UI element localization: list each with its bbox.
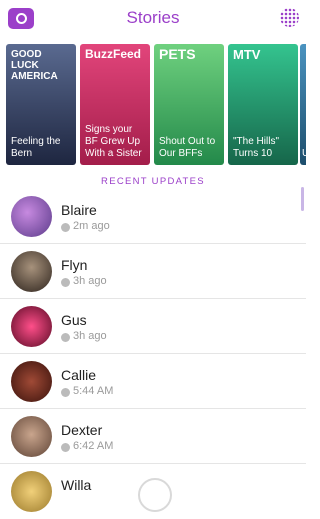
card-caption: U bbox=[302, 148, 306, 159]
card-caption: Signs your BF Grew Up With a Sister bbox=[85, 124, 142, 159]
update-time: 6:42 AM bbox=[73, 440, 114, 452]
discover-grid-icon[interactable] bbox=[280, 8, 299, 27]
list-item[interactable]: Gus 3h ago bbox=[0, 299, 306, 354]
update-time: 3h ago bbox=[73, 330, 107, 342]
story-avatar[interactable] bbox=[11, 416, 52, 457]
card-logo: MTV bbox=[233, 47, 261, 62]
clock-icon bbox=[61, 388, 70, 397]
card-caption: Feeling the Bern bbox=[11, 136, 61, 159]
story-avatar[interactable] bbox=[11, 306, 52, 347]
list-item[interactable]: Callie 5:44 AM bbox=[0, 354, 306, 409]
discover-card[interactable]: GOOD LUCK AMERICA Feeling the Bern bbox=[6, 44, 76, 165]
card-caption: Shout Out to Our BFFs bbox=[159, 136, 216, 159]
friend-name: Flyn bbox=[61, 257, 88, 273]
discover-card[interactable]: U bbox=[300, 44, 306, 165]
discover-card[interactable]: PETS Shout Out to Our BFFs bbox=[154, 44, 224, 165]
card-logo: PETS bbox=[159, 46, 196, 62]
clock-icon bbox=[61, 223, 70, 232]
clock-icon bbox=[61, 443, 70, 452]
friend-name: Callie bbox=[61, 367, 97, 383]
card-logo: BuzzFeed bbox=[85, 47, 142, 61]
friend-name: Dexter bbox=[61, 422, 103, 438]
card-caption: "The Hills" Turns 10 bbox=[233, 136, 279, 159]
recent-updates-header: RECENT UPDATES bbox=[101, 176, 205, 187]
friend-name: Blaire bbox=[61, 202, 97, 218]
story-avatar[interactable] bbox=[11, 361, 52, 402]
update-time: 5:44 AM bbox=[73, 385, 114, 397]
discover-card[interactable]: MTV "The Hills" Turns 10 bbox=[228, 44, 298, 165]
update-time: 2m ago bbox=[73, 220, 110, 232]
clock-icon bbox=[61, 278, 70, 287]
card-logo: GOOD LUCK AMERICA bbox=[11, 49, 58, 82]
story-avatar[interactable] bbox=[11, 251, 52, 292]
story-avatar[interactable] bbox=[11, 471, 52, 512]
discover-card[interactable]: BuzzFeed Signs your BF Grew Up With a Si… bbox=[80, 44, 150, 165]
friend-name: Gus bbox=[61, 312, 87, 328]
stories-header: Stories bbox=[0, 0, 306, 40]
list-item[interactable]: Blaire 2m ago bbox=[0, 189, 306, 244]
list-item[interactable]: Dexter 6:42 AM bbox=[0, 409, 306, 464]
list-item[interactable]: Flyn 3h ago bbox=[0, 244, 306, 299]
discover-carousel: GOOD LUCK AMERICA Feeling the Bern BuzzF… bbox=[0, 44, 306, 167]
update-time: 3h ago bbox=[73, 275, 107, 287]
story-avatar[interactable] bbox=[11, 196, 52, 237]
clock-icon bbox=[61, 333, 70, 342]
page-title: Stories bbox=[126, 8, 180, 27]
snap-capture-button[interactable] bbox=[138, 478, 172, 512]
